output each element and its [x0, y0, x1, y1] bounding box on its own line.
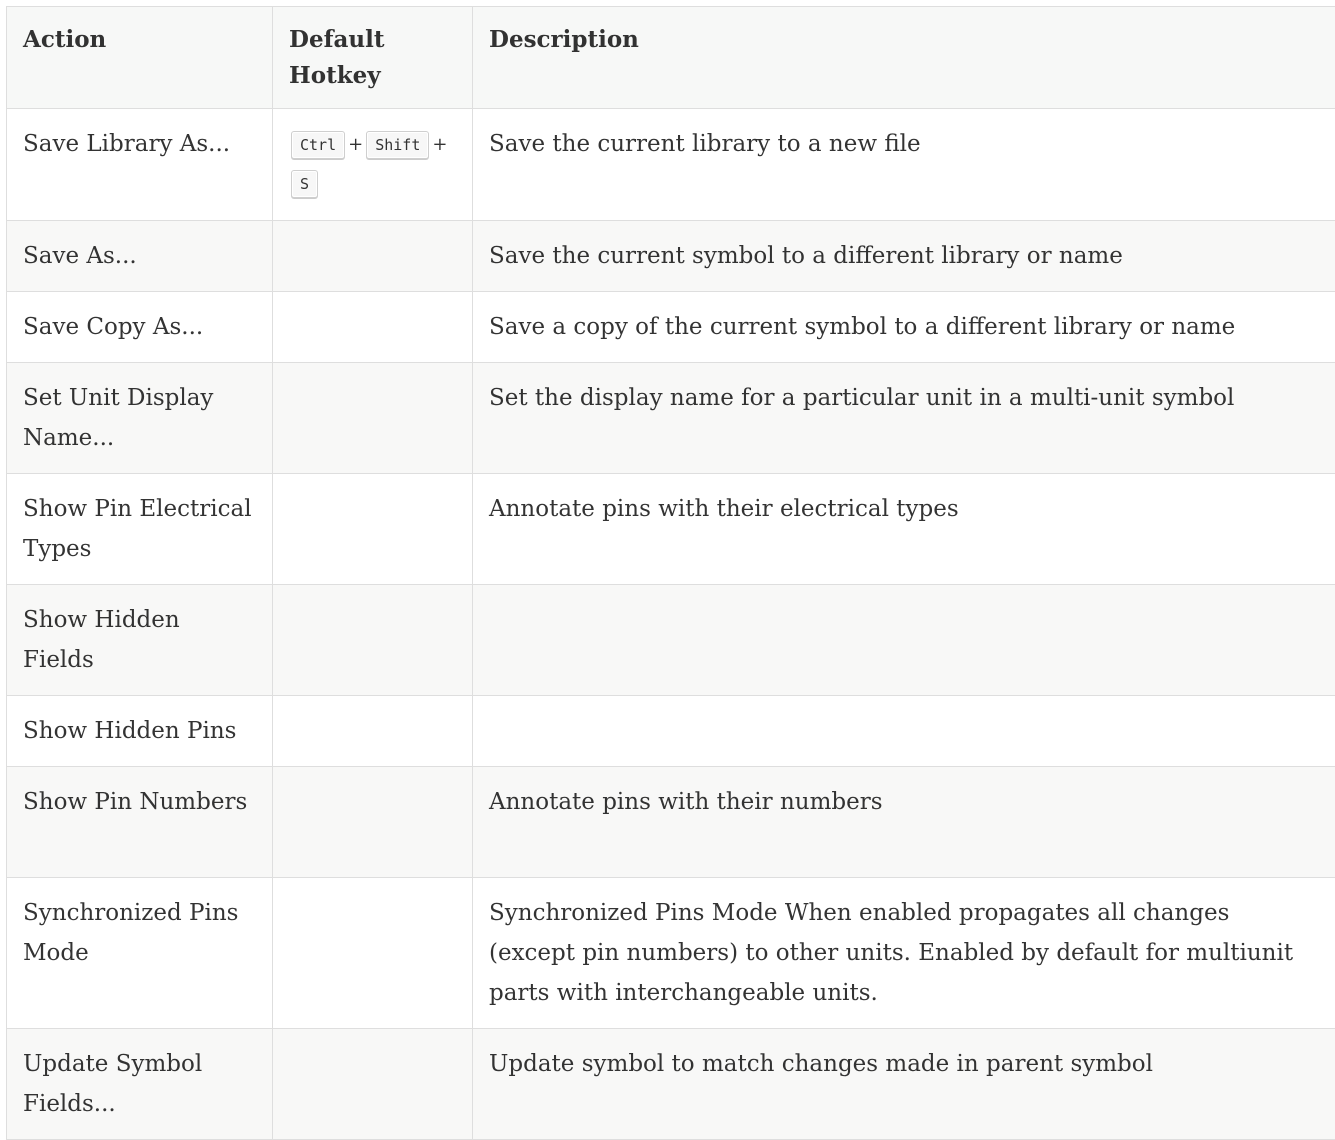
- hotkey-cell: [273, 292, 473, 363]
- table-row: Show Hidden Pins: [7, 696, 1335, 767]
- action-cell: Save Library As...: [7, 109, 273, 221]
- description-cell: Set the display name for a particular un…: [473, 363, 1335, 474]
- table-row: Show Pin Numbers Annotate pins with thei…: [7, 767, 1335, 878]
- description-cell: Synchronized Pins Mode When enabled prop…: [473, 878, 1335, 1029]
- table-row: Synchronized Pins Mode Synchronized Pins…: [7, 878, 1335, 1029]
- description-cell: [473, 696, 1335, 767]
- action-cell: Save Copy As...: [7, 292, 273, 363]
- table-row: Set Unit Display Name... Set the display…: [7, 363, 1335, 474]
- action-cell: Show Pin Numbers: [7, 767, 273, 878]
- header-description: Description: [473, 7, 1335, 109]
- action-cell: Update Symbol Fields...: [7, 1029, 273, 1140]
- table-row: Save Copy As... Save a copy of the curre…: [7, 292, 1335, 363]
- key-cap: S: [291, 170, 318, 198]
- description-cell: Save the current library to a new file: [473, 109, 1335, 221]
- action-cell: Synchronized Pins Mode: [7, 878, 273, 1029]
- action-cell: Show Pin Electrical Types: [7, 474, 273, 585]
- description-cell: Save a copy of the current symbol to a d…: [473, 292, 1335, 363]
- hotkey-cell: [273, 1029, 473, 1140]
- hotkey-cell: [273, 696, 473, 767]
- action-cell: Show Hidden Pins: [7, 696, 273, 767]
- table-header-row: Action Default Hotkey Description: [7, 7, 1335, 109]
- description-cell: Save the current symbol to a different l…: [473, 221, 1335, 292]
- description-cell: Annotate pins with their numbers: [473, 767, 1335, 878]
- hotkey-cell: [273, 878, 473, 1029]
- hotkey-cell: [273, 767, 473, 878]
- hotkey-cell: [273, 585, 473, 696]
- hotkey-cell: [273, 221, 473, 292]
- description-cell: Annotate pins with their electrical type…: [473, 474, 1335, 585]
- action-cell: Set Unit Display Name...: [7, 363, 273, 474]
- action-cell: Show Hidden Fields: [7, 585, 273, 696]
- table-row: Save As... Save the current symbol to a …: [7, 221, 1335, 292]
- key-cap: Shift: [366, 131, 429, 159]
- table-row: Save Library As... Ctrl+Shift+ S Save th…: [7, 109, 1335, 221]
- header-default-hotkey: Default Hotkey: [273, 7, 473, 109]
- hotkey-cell: [273, 363, 473, 474]
- hotkey-table-container: Action Default Hotkey Description Save L…: [6, 6, 1335, 1140]
- hotkey-cell: Ctrl+Shift+ S: [273, 109, 473, 221]
- hotkey-table: Action Default Hotkey Description Save L…: [6, 6, 1335, 1140]
- table-row: Show Hidden Fields: [7, 585, 1335, 696]
- table-row: Update Symbol Fields... Update symbol to…: [7, 1029, 1335, 1140]
- action-cell: Save As...: [7, 221, 273, 292]
- description-cell: Update symbol to match changes made in p…: [473, 1029, 1335, 1140]
- hotkey-cell: [273, 474, 473, 585]
- header-action: Action: [7, 7, 273, 109]
- description-cell: [473, 585, 1335, 696]
- key-cap: Ctrl: [291, 131, 345, 159]
- table-row: Show Pin Electrical Types Annotate pins …: [7, 474, 1335, 585]
